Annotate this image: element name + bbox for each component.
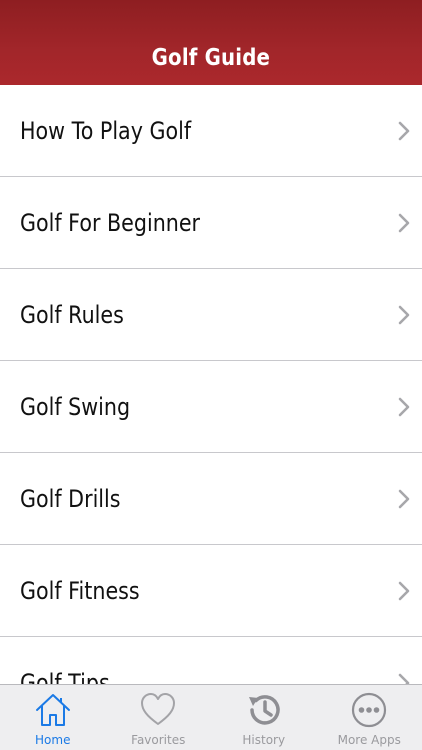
tab-bar: Home Favorites History More Apps [0, 684, 422, 750]
chevron-right-icon [398, 121, 410, 140]
list-item-label: Golf Tips [20, 668, 110, 685]
list-item-label: Golf Rules [20, 300, 124, 329]
list-item-golf-swing[interactable]: Golf Swing [0, 361, 422, 453]
list-item-how-to-play-golf[interactable]: How To Play Golf [0, 85, 422, 177]
tab-favorites[interactable]: Favorites [106, 685, 212, 750]
chevron-right-icon [398, 397, 410, 416]
list-item-label: Golf Swing [20, 392, 131, 421]
tab-more-apps[interactable]: More Apps [317, 685, 422, 750]
list-item-label: Golf Fitness [20, 576, 140, 605]
history-icon [248, 695, 280, 725]
tab-label: Home [35, 733, 71, 747]
more-icon [352, 692, 387, 728]
list-item-golf-tips[interactable]: Golf Tips [0, 637, 422, 684]
list-item-golf-fitness[interactable]: Golf Fitness [0, 545, 422, 637]
tab-home[interactable]: Home [0, 685, 106, 750]
topic-list[interactable]: How To Play Golf Golf For Beginner Golf … [0, 85, 422, 684]
tab-label: Favorites [131, 733, 186, 747]
list-item-label: How To Play Golf [20, 116, 192, 145]
chevron-right-icon [398, 213, 410, 232]
nav-bar: Golf Guide [0, 0, 422, 85]
tab-label: History [242, 733, 286, 747]
tab-label: More Apps [337, 733, 401, 747]
list-item-golf-for-beginner[interactable]: Golf For Beginner [0, 177, 422, 269]
heart-icon [141, 693, 176, 725]
list-item-golf-rules[interactable]: Golf Rules [0, 269, 422, 361]
list-item-label: Golf Drills [20, 484, 121, 513]
tab-history[interactable]: History [211, 685, 317, 750]
chevron-right-icon [398, 673, 410, 684]
chevron-right-icon [398, 581, 410, 600]
chevron-right-icon [398, 489, 410, 508]
chevron-right-icon [398, 305, 410, 324]
home-icon [35, 694, 70, 726]
list-item-golf-drills[interactable]: Golf Drills [0, 453, 422, 545]
page-title: Golf Guide [151, 45, 271, 71]
list-item-label: Golf For Beginner [20, 208, 201, 237]
